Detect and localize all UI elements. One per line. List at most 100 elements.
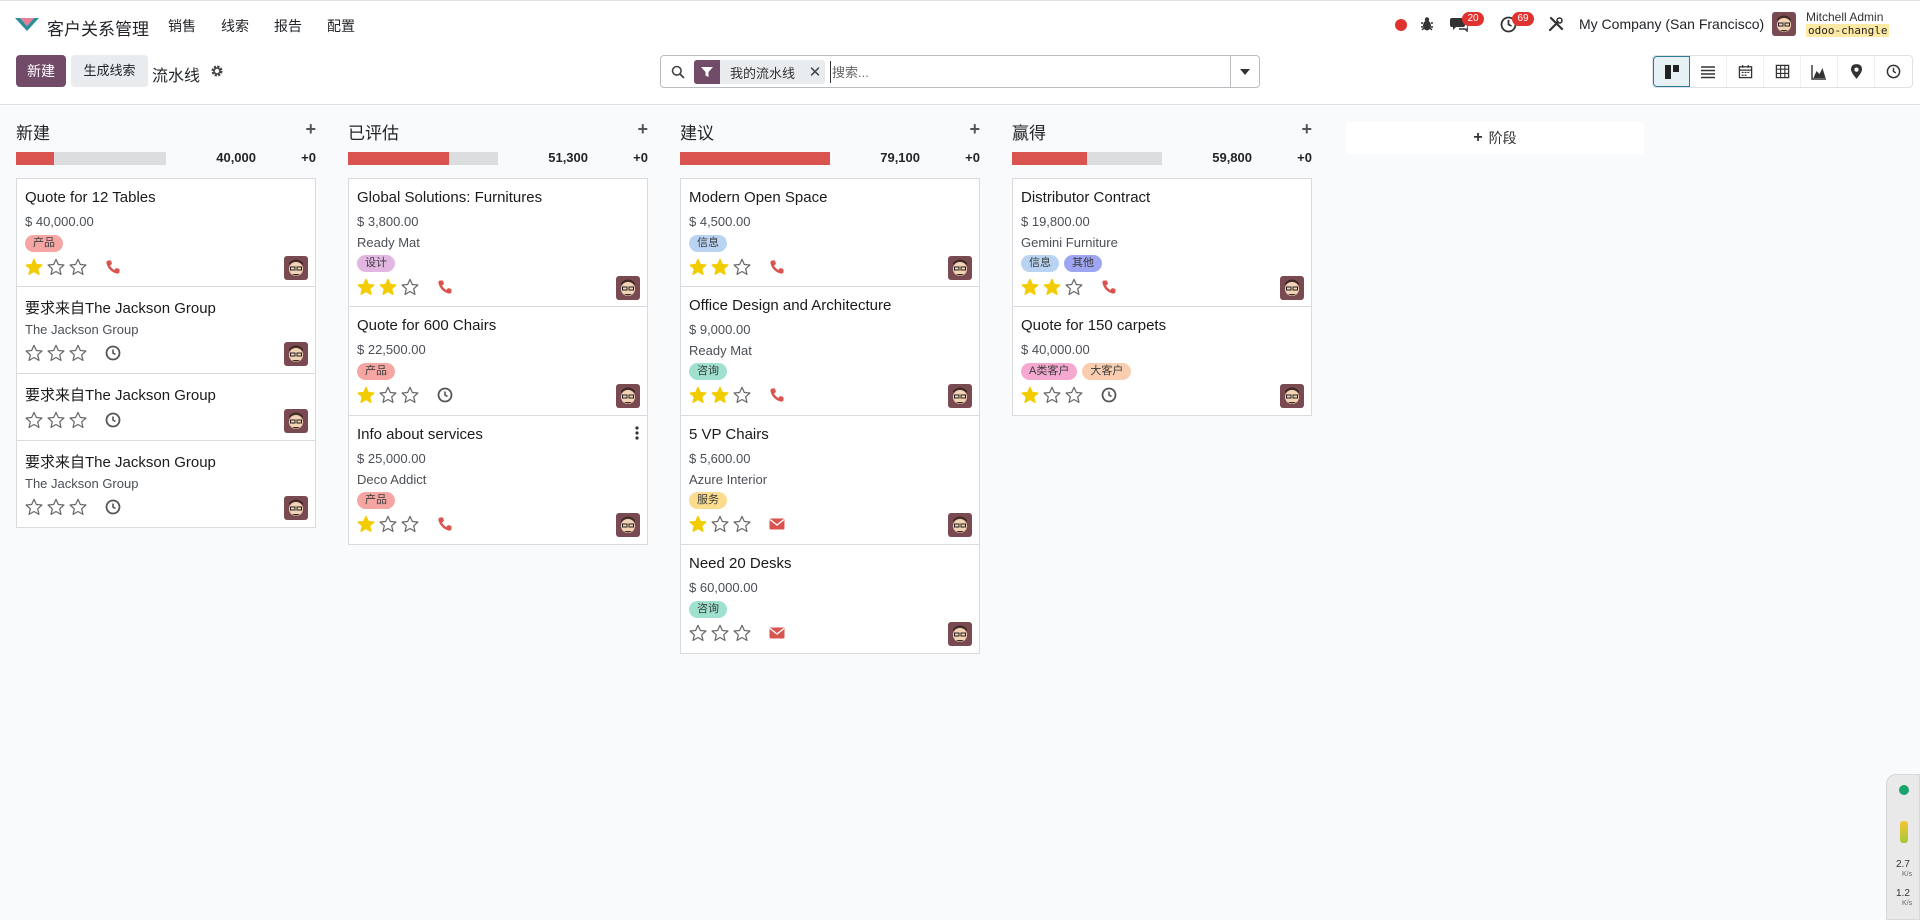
company-switcher[interactable]: My Company (San Francisco) [1579, 16, 1764, 32]
star-empty-icon[interactable] [733, 624, 751, 645]
column-header[interactable]: 建议 + [680, 119, 980, 144]
star-filled-icon[interactable] [689, 515, 707, 536]
column-header[interactable]: 赢得 + [1012, 119, 1312, 144]
phone-activity-icon[interactable] [437, 516, 453, 532]
opportunity-card[interactable]: Quote for 12 Tables $ 40,000.00 产品 [16, 178, 316, 287]
star-empty-icon[interactable] [25, 411, 43, 432]
phone-activity-icon[interactable] [769, 259, 785, 275]
column-title[interactable]: 赢得 [1012, 119, 1046, 144]
pivot-view-button[interactable] [1764, 56, 1801, 87]
column-title[interactable]: 建议 [680, 119, 714, 144]
star-empty-icon[interactable] [69, 344, 87, 365]
opportunity-card[interactable]: Quote for 600 Chairs $ 22,500.00 产品 [348, 307, 648, 416]
new-button[interactable]: 新建 [16, 55, 66, 87]
column-progress-bar[interactable] [1012, 152, 1162, 165]
salesperson-avatar[interactable] [1280, 384, 1304, 408]
star-empty-icon[interactable] [47, 498, 65, 519]
clock-activity-icon[interactable] [1101, 387, 1117, 403]
salesperson-avatar[interactable] [284, 342, 308, 366]
column-progress-bar[interactable] [680, 152, 830, 165]
salesperson-avatar[interactable] [616, 384, 640, 408]
quick-create-plus-icon[interactable]: + [305, 120, 316, 138]
opportunity-card[interactable]: 要求来自The Jackson Group The Jackson Group [16, 441, 316, 528]
star-filled-icon[interactable] [1021, 278, 1039, 299]
clock-activity-icon[interactable] [105, 412, 121, 428]
gear-icon[interactable] [210, 64, 224, 78]
star-filled-icon[interactable] [357, 386, 375, 407]
phone-activity-icon[interactable] [105, 259, 121, 275]
opportunity-card[interactable]: Distributor Contract $ 19,800.00 Gemini Fu… [1012, 178, 1312, 307]
salesperson-avatar[interactable] [948, 256, 972, 280]
opportunity-card[interactable]: 5 VP Chairs $ 5,600.00 Azure Interior 服务 [680, 416, 980, 545]
clock-activity-icon[interactable] [105, 345, 121, 361]
salesperson-avatar[interactable] [948, 622, 972, 646]
generate-leads-button[interactable]: 生成线索 [71, 55, 148, 87]
star-empty-icon[interactable] [69, 411, 87, 432]
user-avatar[interactable] [1772, 12, 1796, 36]
list-view-button[interactable] [1690, 56, 1727, 87]
star-empty-icon[interactable] [733, 258, 751, 279]
star-empty-icon[interactable] [711, 515, 729, 536]
salesperson-avatar[interactable] [284, 409, 308, 433]
star-empty-icon[interactable] [379, 515, 397, 536]
column-title[interactable]: 新建 [16, 119, 50, 144]
star-empty-icon[interactable] [47, 411, 65, 432]
column-progress-bar[interactable] [348, 152, 498, 165]
star-filled-icon[interactable] [689, 258, 707, 279]
opportunity-card[interactable]: Need 20 Desks $ 60,000.00 咨询 [680, 545, 980, 654]
bug-icon[interactable] [1420, 16, 1434, 32]
graph-view-button[interactable] [1801, 56, 1838, 87]
app-title[interactable]: 客户关系管理 [47, 15, 149, 40]
star-filled-icon[interactable] [689, 386, 707, 407]
column-header[interactable]: 已评估 + [348, 119, 648, 143]
opportunity-card[interactable]: 要求来自The Jackson Group The Jackson Group [16, 287, 316, 374]
star-empty-icon[interactable] [711, 624, 729, 645]
menu-item-configuration[interactable]: 配置 [327, 16, 355, 36]
star-empty-icon[interactable] [25, 498, 43, 519]
remove-facet-close-icon[interactable]: ✕ [805, 60, 825, 84]
salesperson-avatar[interactable] [616, 513, 640, 537]
map-view-button[interactable] [1838, 56, 1875, 87]
star-empty-icon[interactable] [379, 386, 397, 407]
star-empty-icon[interactable] [401, 278, 419, 299]
search-options-toggle[interactable] [1230, 56, 1259, 87]
opportunity-card[interactable]: Info about services $ 25,000.00 Deco Addic… [348, 416, 648, 545]
opportunity-card[interactable]: 要求来自The Jackson Group [16, 374, 316, 441]
star-empty-icon[interactable] [47, 258, 65, 279]
star-empty-icon[interactable] [1065, 386, 1083, 407]
salesperson-avatar[interactable] [948, 384, 972, 408]
menu-item-reporting[interactable]: 报告 [274, 16, 302, 36]
opportunity-card[interactable]: Modern Open Space $ 4,500.00 信息 [680, 178, 980, 287]
star-empty-icon[interactable] [69, 498, 87, 519]
quick-create-plus-icon[interactable]: + [637, 120, 648, 138]
star-empty-icon[interactable] [689, 624, 707, 645]
mail-activity-icon[interactable] [769, 625, 785, 641]
star-empty-icon[interactable] [69, 258, 87, 279]
tools-icon[interactable] [1548, 16, 1564, 32]
salesperson-avatar[interactable] [616, 276, 640, 300]
salesperson-avatar[interactable] [284, 256, 308, 280]
salesperson-avatar[interactable] [284, 496, 308, 520]
star-filled-icon[interactable] [379, 278, 397, 299]
star-empty-icon[interactable] [25, 344, 43, 365]
opportunity-card[interactable]: Office Design and Architecture $ 9,000.00… [680, 287, 980, 416]
network-monitor-widget[interactable]: 2.7 K/s 1.2 K/s [1886, 774, 1920, 920]
phone-activity-icon[interactable] [769, 387, 785, 403]
search-input[interactable] [830, 61, 1220, 83]
calendar-view-button[interactable] [1727, 56, 1764, 87]
star-filled-icon[interactable] [1021, 386, 1039, 407]
star-empty-icon[interactable] [401, 386, 419, 407]
crm-app-icon[interactable] [14, 15, 40, 35]
mail-activity-icon[interactable] [769, 516, 785, 532]
opportunity-card[interactable]: Quote for 150 carpets $ 40,000.00 A类客户 大客户 [1012, 307, 1312, 416]
salesperson-avatar[interactable] [1280, 276, 1304, 300]
star-empty-icon[interactable] [733, 515, 751, 536]
user-name[interactable]: Mitchell Admin [1806, 10, 1883, 24]
star-filled-icon[interactable] [1043, 278, 1061, 299]
star-empty-icon[interactable] [401, 515, 419, 536]
star-filled-icon[interactable] [357, 278, 375, 299]
salesperson-avatar[interactable] [948, 513, 972, 537]
opportunity-card[interactable]: Global Solutions: Furnitures $ 3,800.00 Re… [348, 178, 648, 307]
star-filled-icon[interactable] [711, 258, 729, 279]
star-filled-icon[interactable] [357, 515, 375, 536]
